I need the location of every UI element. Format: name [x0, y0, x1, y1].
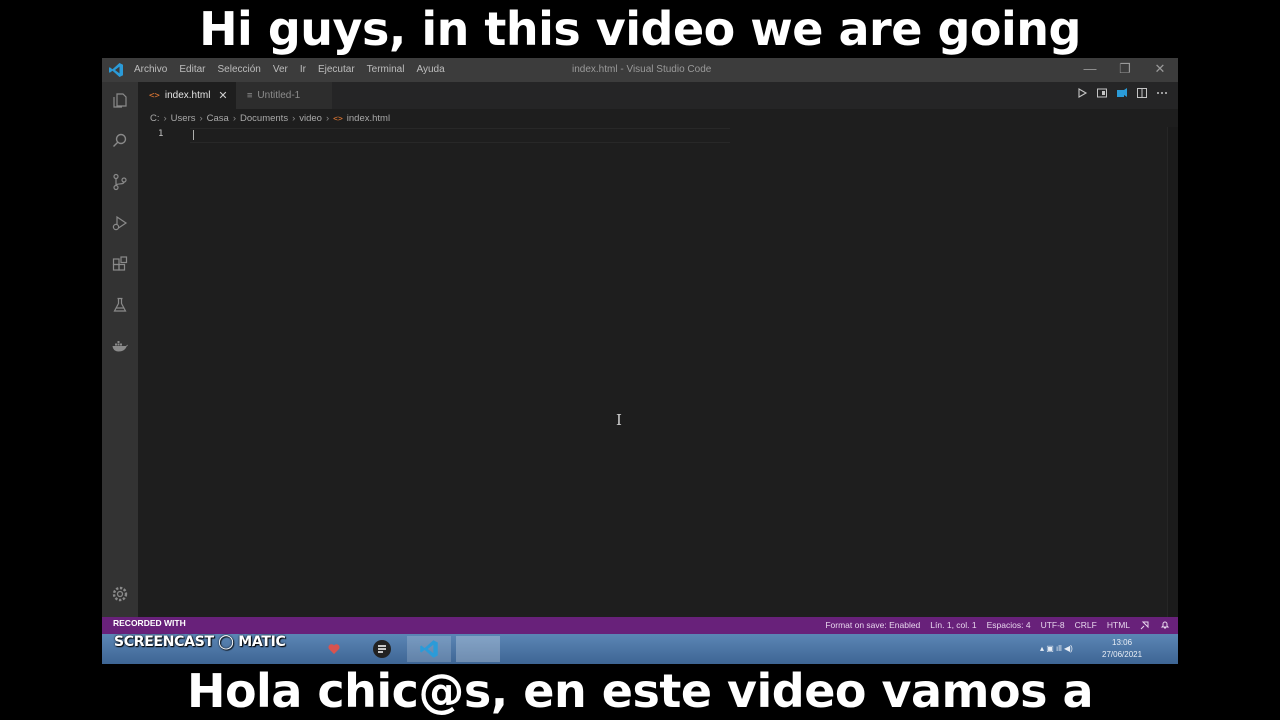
language-mode-status[interactable]: HTML [1107, 620, 1130, 630]
menu-ayuda[interactable]: Ayuda [416, 64, 444, 75]
menu-ejecutar[interactable]: Ejecutar [318, 64, 355, 75]
chevron-right-icon: › [199, 112, 203, 124]
menu-seleccion[interactable]: Selección [217, 64, 260, 75]
testing-flask-icon[interactable] [108, 293, 132, 317]
window-title: index.html - Visual Studio Code [572, 64, 712, 75]
menu-editar[interactable]: Editar [179, 64, 205, 75]
run-debug-icon[interactable] [108, 211, 132, 235]
menu-ir[interactable]: Ir [300, 64, 306, 75]
tab-index-html[interactable]: <> index.html ✕ [138, 82, 236, 109]
notes-app-icon [373, 640, 391, 658]
source-control-icon[interactable] [108, 170, 132, 194]
editor-actions [1076, 87, 1168, 99]
caption-top: Hi guys, in this video we are going [199, 2, 1081, 56]
tray-icons[interactable]: ▴ ▣ ıll ◀) [1040, 644, 1073, 653]
mouse-ibeam-cursor: I [616, 411, 622, 429]
status-bar: RECORDED WITH Format on save: Enabled Lí… [102, 617, 1178, 634]
chevron-right-icon: › [325, 112, 330, 124]
breadcrumb-file[interactable]: index.html [347, 113, 390, 124]
breadcrumb-documents[interactable]: Documents [240, 113, 288, 124]
caption-bottom: Hola chic@s, en este video vamos a [186, 664, 1094, 718]
activity-bar [102, 82, 138, 617]
taskbar-heart-app[interactable] [312, 636, 356, 662]
clock-date[interactable]: 27/06/2021 [1102, 650, 1142, 659]
code-editor[interactable]: 1 I [138, 127, 1178, 617]
menu-bar: Archivo Editar Selección Ver Ir Ejecutar… [134, 64, 445, 75]
chevron-right-icon: › [163, 112, 167, 124]
cursor-position-status[interactable]: Lín. 1, col. 1 [930, 620, 976, 630]
breadcrumb-users[interactable]: Users [171, 113, 196, 124]
vscode-icon [420, 640, 438, 658]
tab-label: Untitled-1 [257, 90, 301, 101]
more-actions-icon[interactable] [1156, 87, 1168, 99]
open-changes-icon[interactable] [1096, 87, 1108, 99]
html-file-icon: <> [333, 113, 343, 123]
text-caret [193, 130, 194, 140]
taskbar-vscode-app[interactable] [407, 636, 451, 662]
split-editor-icon[interactable] [1136, 87, 1148, 99]
chevron-right-icon: › [292, 112, 296, 124]
line-number: 1 [158, 129, 164, 139]
encoding-status[interactable]: UTF-8 [1041, 620, 1065, 630]
text-file-icon: ≡ [247, 90, 253, 101]
menu-terminal[interactable]: Terminal [367, 64, 405, 75]
heart-icon [328, 644, 340, 654]
status-items: Format on save: Enabled Lín. 1, col. 1 E… [825, 620, 1170, 630]
screencast-o-matic-watermark: SCREENCAST ◯ MATIC [114, 634, 286, 650]
docker-icon[interactable] [108, 334, 132, 358]
breadcrumb-drive[interactable]: C: [150, 113, 160, 124]
breadcrumb: C: › Users › Casa › Documents › video › <> ind… [138, 109, 1178, 127]
vertical-scrollbar[interactable] [1167, 127, 1178, 617]
notifications-bell-icon[interactable] [1160, 620, 1170, 630]
format-on-save-status[interactable]: Format on save: Enabled [825, 620, 920, 630]
close-window-button[interactable]: ✕ [1145, 61, 1175, 77]
breadcrumb-casa[interactable]: Casa [207, 113, 229, 124]
settings-gear-icon[interactable] [108, 582, 132, 606]
indentation-status[interactable]: Espacios: 4 [987, 620, 1031, 630]
search-icon[interactable] [108, 129, 132, 153]
vscode-logo-icon [109, 63, 123, 77]
tab-label: index.html [164, 90, 211, 101]
vscode-window: Archivo Editar Selección Ver Ir Ejecutar… [102, 58, 1178, 664]
taskbar-notes-app[interactable] [360, 636, 404, 662]
tab-untitled-1[interactable]: ≡ Untitled-1 [236, 82, 332, 109]
menu-ver[interactable]: Ver [273, 64, 288, 75]
title-bar: Archivo Editar Selección Ver Ir Ejecutar… [102, 58, 1178, 82]
recorded-with-label: RECORDED WITH [113, 618, 186, 628]
html-file-icon: <> [149, 90, 160, 101]
line-ending-status[interactable]: CRLF [1075, 620, 1097, 630]
close-tab-icon[interactable]: ✕ [218, 89, 227, 102]
breadcrumb-video[interactable]: video [299, 113, 322, 124]
minimize-button[interactable]: — [1075, 61, 1105, 76]
windows-taskbar: SCREENCAST ◯ MATIC ▴ ▣ ıll ◀) 13:06 27/0… [102, 634, 1178, 664]
clock-time[interactable]: 13:06 [1112, 638, 1132, 647]
current-line-highlight [190, 128, 730, 143]
chevron-right-icon: › [232, 112, 237, 124]
feedback-icon[interactable] [1140, 620, 1150, 630]
taskbar-blank-app[interactable] [456, 636, 500, 662]
editor-tabs: <> index.html ✕ ≡ Untitled-1 [138, 82, 1178, 109]
explorer-icon[interactable] [108, 88, 132, 112]
live-preview-icon[interactable] [1116, 87, 1128, 99]
menu-archivo[interactable]: Archivo [134, 64, 167, 75]
extensions-icon[interactable] [108, 252, 132, 276]
run-icon[interactable] [1076, 87, 1088, 99]
restore-button[interactable]: ❐ [1110, 61, 1140, 77]
